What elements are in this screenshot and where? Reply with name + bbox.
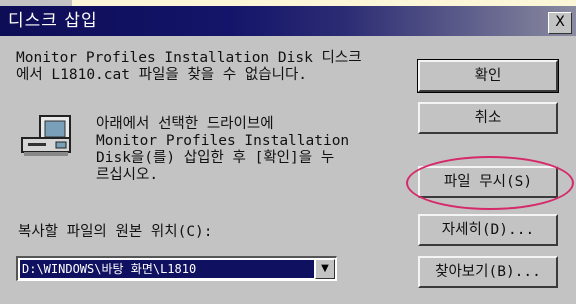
computer-drive-icon (21, 115, 71, 156)
cancel-button[interactable]: 취소 (418, 102, 558, 134)
chevron-down-icon[interactable]: ▼ (315, 259, 335, 279)
source-path-label: 복사할 파일의 원본 위치(C): (18, 224, 213, 240)
source-path-value[interactable]: D:\WINDOWS\바탕 화면\L1810 (20, 260, 314, 278)
source-path-combobox[interactable]: D:\WINDOWS\바탕 화면\L1810 ▼ (16, 256, 337, 281)
close-button[interactable]: X (548, 12, 572, 34)
skip-file-button[interactable]: 파일 무시(S) (418, 166, 558, 198)
insert-disk-dialog: 디스크 삽입 X Monitor Profiles Installation D… (0, 6, 576, 304)
ok-button[interactable]: 확인 (417, 59, 559, 93)
error-message: Monitor Profiles Installation Disk 디스크 에… (16, 50, 362, 83)
instruction-text: 아래에서 선택한 드라이브에 Monitor Profiles Installa… (96, 116, 350, 183)
title-bar[interactable]: 디스크 삽입 X (0, 6, 576, 36)
dialog-title: 디스크 삽입 (8, 11, 98, 31)
details-button[interactable]: 자세히(D)... (418, 214, 558, 246)
browse-button[interactable]: 찾아보기(B)... (418, 256, 558, 288)
